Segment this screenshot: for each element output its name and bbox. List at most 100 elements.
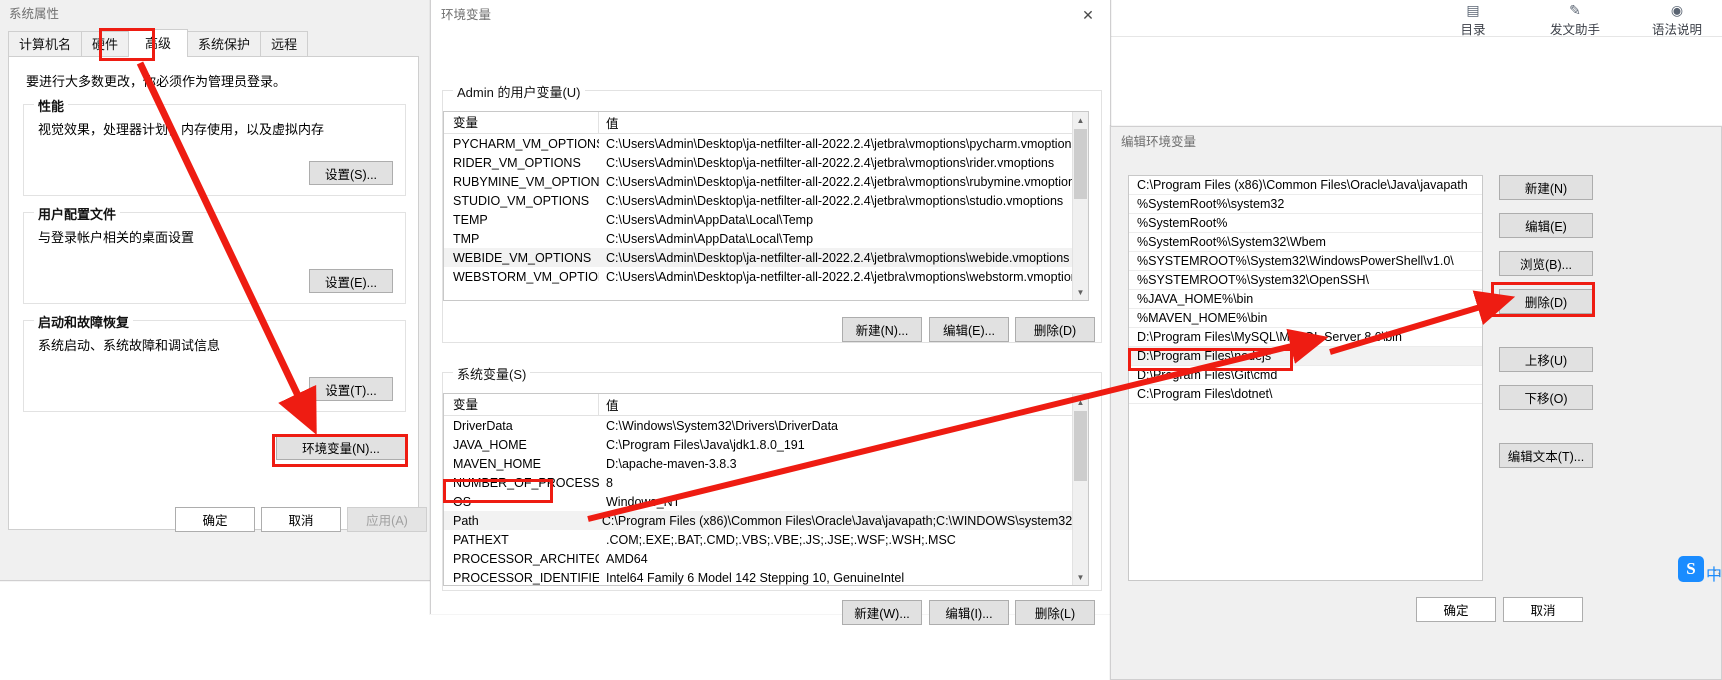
tab-advanced[interactable]: 高级 [128, 29, 189, 57]
table-row[interactable]: WEBSTORM_VM_OPTIONS C:\Users\Admin\Deskto… [444, 267, 1088, 286]
scroll-up-icon[interactable]: ▲ [1073, 112, 1088, 128]
table-row[interactable]: MAVEN_HOME D:\apache-maven-3.8.3 [444, 454, 1088, 473]
list-item[interactable]: %SYSTEMROOT%\System32\WindowsPowerShell\… [1129, 252, 1482, 271]
toolbar-item-syntax-help[interactable]: ◉ 语法说明 [1646, 2, 1708, 38]
table-cell-name: WEBSTORM_VM_OPTIONS [453, 269, 599, 284]
edit-env-cancel-button[interactable]: 取消 [1503, 597, 1583, 622]
edit-env-ok-button[interactable]: 确定 [1416, 597, 1496, 622]
table-cell-name: RUBYMINE_VM_OPTIONS [453, 174, 599, 189]
scroll-down-icon[interactable]: ▼ [1073, 284, 1088, 300]
system-edit-button-label: 编辑(I)... [945, 607, 993, 621]
user-profiles-settings-button[interactable]: 设置(E)... [309, 269, 393, 293]
ime-punctuation-label[interactable]: ·,· [1713, 562, 1722, 577]
scroll-up-icon[interactable]: ▲ [1073, 394, 1088, 410]
list-item[interactable]: %SystemRoot% [1129, 214, 1482, 233]
close-icon[interactable]: ✕ [1066, 0, 1110, 30]
system-properties-title: 系统属性 [0, 0, 430, 29]
system-variables-table[interactable]: 变量 值 DriverData C:\Windows\System32\Drive… [443, 393, 1089, 586]
performance-settings-button[interactable]: 设置(S)... [309, 161, 393, 185]
path-delete-button-label: 删除(D) [1524, 296, 1568, 310]
user-profiles-group-desc: 与登录帐户相关的桌面设置 [38, 230, 195, 245]
environment-variables-title: 环境变量 [431, 0, 1110, 30]
user-profiles-settings-button-label: 设置(E)... [324, 275, 378, 290]
path-entries-listbox[interactable]: C:\Program Files (x86)\Common Files\Orac… [1128, 175, 1483, 581]
list-item[interactable]: %MAVEN_HOME%\bin [1129, 309, 1482, 328]
table-row[interactable]: RUBYMINE_VM_OPTIONS C:\Users\Admin\Deskto… [444, 172, 1088, 191]
list-item[interactable]: %JAVA_HOME%\bin [1129, 290, 1482, 309]
table-row[interactable]: TMP C:\Users\Admin\AppData\Local\Temp [444, 229, 1088, 248]
table-row[interactable]: PROCESSOR_IDENTIFIER Intel64 Family 6 Mod… [444, 568, 1088, 585]
user-variables-group-label: Admin 的用户变量(U) [453, 82, 585, 101]
system-delete-button[interactable]: 删除(L) [1015, 600, 1095, 625]
table-row[interactable]: TEMP C:\Users\Admin\AppData\Local\Temp [444, 210, 1088, 229]
list-item[interactable]: D:\Program Files\MySQL\MySQL Server 8.0\… [1129, 328, 1482, 347]
user-delete-button[interactable]: 删除(D) [1015, 317, 1095, 342]
path-move-down-button[interactable]: 下移(O) [1499, 385, 1593, 410]
user-variables-scrollbar[interactable]: ▲ ▼ [1072, 112, 1088, 300]
table-row[interactable]: PYCHARM_VM_OPTIONS C:\Users\Admin\Desktop… [444, 134, 1088, 153]
path-entries-rows: C:\Program Files (x86)\Common Files\Orac… [1129, 176, 1482, 404]
table-row[interactable]: PROCESSOR_ARCHITECT... AMD64 [444, 549, 1088, 568]
table-cell-name: STUDIO_VM_OPTIONS [453, 193, 590, 208]
tab-hardware-label: 硬件 [92, 37, 119, 52]
table-cell-value: C:\Program Files\Java\jdk1.8.0_191 [606, 437, 805, 452]
environment-variables-button[interactable]: 环境变量(N)... [276, 434, 406, 460]
system-properties-cancel-button[interactable]: 取消 [261, 507, 341, 532]
tab-computer-name[interactable]: 计算机名 [8, 31, 83, 57]
list-item[interactable]: C:\Program Files\dotnet\ [1129, 385, 1482, 404]
ime-indicator[interactable]: S [1678, 556, 1704, 582]
scroll-down-icon[interactable]: ▼ [1073, 569, 1088, 585]
table-cell-name: NUMBER_OF_PROCESSORS [453, 475, 599, 490]
startup-recovery-settings-button[interactable]: 设置(T)... [309, 377, 393, 401]
table-cell-name: TEMP [453, 212, 488, 227]
user-edit-button[interactable]: 编辑(E)... [929, 317, 1009, 342]
path-browse-button-label: 浏览(B)... [1519, 258, 1573, 272]
table-row[interactable]: STUDIO_VM_OPTIONS C:\Users\Admin\Desktop\… [444, 191, 1088, 210]
table-cell-value: Intel64 Family 6 Model 142 Stepping 10, … [606, 570, 905, 585]
path-edit-text-button[interactable]: 编辑文本(T)... [1499, 443, 1593, 468]
tab-system-protection[interactable]: 系统保护 [187, 31, 262, 57]
table-cell-name: Path [453, 513, 479, 528]
tab-system-protection-label: 系统保护 [198, 37, 251, 52]
table-row[interactable]: JAVA_HOME C:\Program Files\Java\jdk1.8.0_… [444, 435, 1088, 454]
user-new-button[interactable]: 新建(N)... [842, 317, 922, 342]
list-item[interactable]: D:\Program Files\Git\cmd [1129, 366, 1482, 385]
system-variables-scrollbar[interactable]: ▲ ▼ [1072, 394, 1088, 585]
tab-remote[interactable]: 远程 [260, 31, 309, 57]
path-move-up-button[interactable]: 上移(U) [1499, 347, 1593, 372]
user-delete-button-label: 删除(D) [1033, 324, 1077, 338]
list-item[interactable]: %SystemRoot%\system32 [1129, 195, 1482, 214]
path-browse-button[interactable]: 浏览(B)... [1499, 251, 1593, 276]
table-row[interactable]: WEBIDE_VM_OPTIONS C:\Users\Admin\Desktop\… [444, 248, 1088, 267]
table-row[interactable]: Path C:\Program Files (x86)\Common Files\… [444, 511, 1088, 530]
system-variables-rows: DriverData C:\Windows\System32\Drivers\Dr… [444, 416, 1088, 585]
table-row[interactable]: PATHEXT .COM;.EXE;.BAT;.CMD;.VBS;.VBE;.JS… [444, 530, 1088, 549]
table-cell-name: PATHEXT [453, 532, 509, 547]
user-variables-col-name: 变量 [444, 112, 599, 134]
tab-hardware[interactable]: 硬件 [81, 31, 130, 57]
list-item[interactable]: D:\Program Files\nodejs [1129, 347, 1482, 366]
table-row[interactable]: OS Windows_NT [444, 492, 1088, 511]
toolbar-item-catalog[interactable]: ▤ 目录 [1442, 2, 1504, 38]
path-edit-button[interactable]: 编辑(E) [1499, 213, 1593, 238]
list-item[interactable]: %SystemRoot%\System32\Wbem [1129, 233, 1482, 252]
system-new-button[interactable]: 新建(W)... [842, 600, 922, 625]
table-row[interactable]: NUMBER_OF_PROCESSORS 8 [444, 473, 1088, 492]
toolbar-item-post-assistant[interactable]: ✎ 发文助手 [1544, 2, 1606, 38]
system-edit-button[interactable]: 编辑(I)... [929, 600, 1009, 625]
table-row[interactable]: DriverData C:\Windows\System32\Drivers\Dr… [444, 416, 1088, 435]
book-icon: ◉ [1670, 2, 1684, 18]
user-variables-scroll-thumb[interactable] [1074, 129, 1087, 199]
startup-recovery-settings-button-label: 设置(T)... [325, 383, 377, 398]
environment-variables-button-label: 环境变量(N)... [302, 441, 380, 456]
system-properties-ok-button[interactable]: 确定 [175, 507, 255, 532]
table-row[interactable]: RIDER_VM_OPTIONS C:\Users\Admin\Desktop\j… [444, 153, 1088, 172]
user-variables-table-header: 变量 值 [444, 112, 1088, 134]
performance-group-desc: 视觉效果，处理器计划，内存使用，以及虚拟内存 [38, 122, 325, 137]
path-new-button[interactable]: 新建(N) [1499, 175, 1593, 200]
user-variables-table[interactable]: 变量 值 PYCHARM_VM_OPTIONS C:\Users\Admin\De… [443, 111, 1089, 301]
list-item[interactable]: C:\Program Files (x86)\Common Files\Orac… [1129, 176, 1482, 195]
system-variables-scroll-thumb[interactable] [1074, 411, 1087, 481]
path-delete-button[interactable]: 删除(D) [1499, 289, 1593, 314]
list-item[interactable]: %SYSTEMROOT%\System32\OpenSSH\ [1129, 271, 1482, 290]
